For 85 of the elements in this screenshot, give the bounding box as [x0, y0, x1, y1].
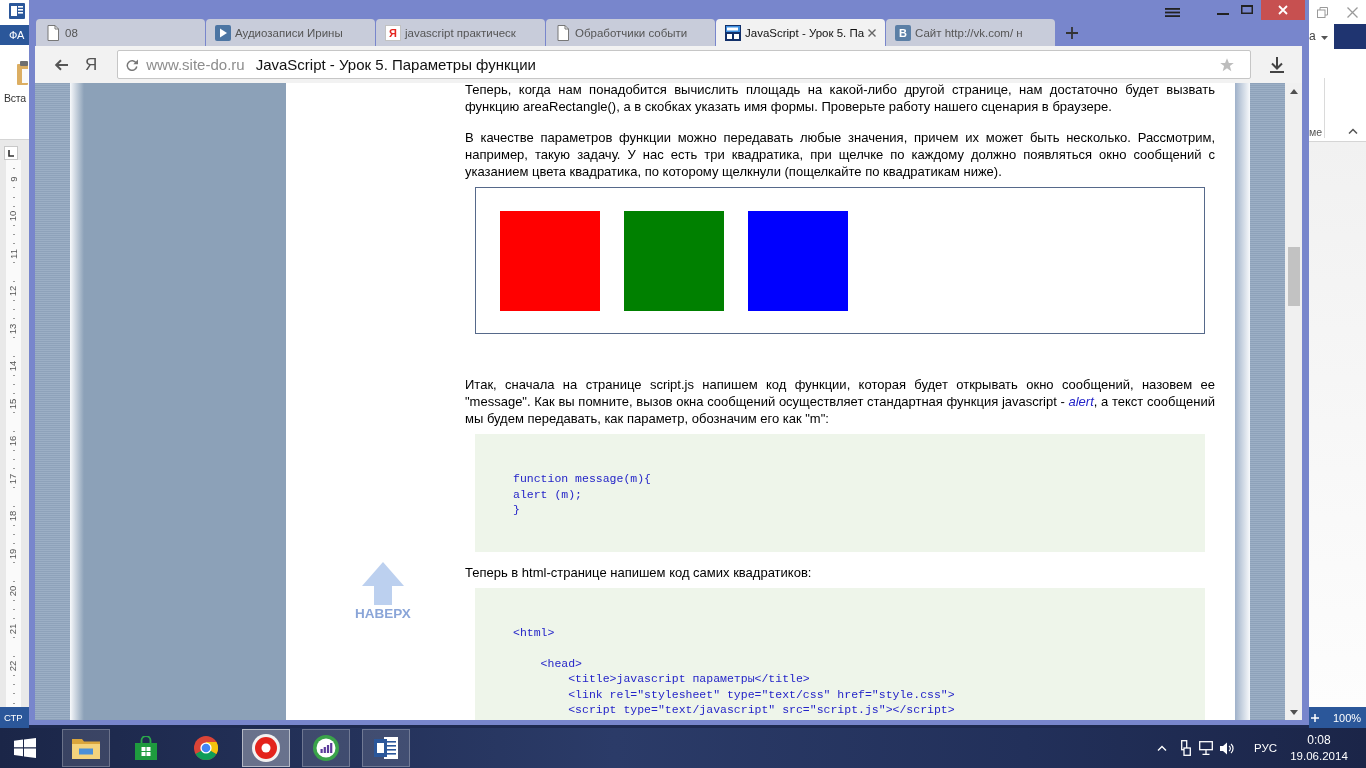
device-icon[interactable] — [1180, 740, 1191, 756]
ruler-number: 14 — [8, 360, 19, 372]
close-icon[interactable] — [868, 28, 877, 37]
up-arrow-icon — [361, 562, 404, 605]
logo-button[interactable]: Я — [85, 54, 98, 75]
back-button[interactable] — [54, 58, 68, 71]
page-icon — [45, 24, 61, 41]
speaker-icon[interactable] — [1219, 741, 1234, 755]
ruler-number: 20 — [8, 585, 19, 597]
language-indicator[interactable]: РУС — [1253, 742, 1277, 754]
account-name[interactable]: а — [1309, 29, 1316, 43]
restore-icon[interactable] — [1317, 6, 1328, 18]
browser-tab[interactable]: Я javascript практическ — [376, 19, 545, 46]
scrollbar[interactable] — [1285, 83, 1302, 720]
ruler-number: 9 — [8, 176, 19, 182]
triangle-up-icon[interactable] — [1289, 89, 1298, 94]
caret-icon[interactable] — [1320, 36, 1328, 40]
plus-icon[interactable] — [1311, 713, 1319, 722]
taskbar-button[interactable] — [302, 729, 350, 767]
clock-date[interactable]: 19.06.2014 — [1290, 748, 1348, 764]
download-icon[interactable] — [1269, 56, 1285, 73]
menu-icon[interactable] — [1165, 8, 1180, 17]
ruler-number: 18 — [8, 510, 19, 522]
address-title: JavaScript - Урок 5. Параметры функции — [255, 56, 536, 73]
tab-stop-icon[interactable] — [4, 146, 18, 160]
chevron-up-icon[interactable] — [1348, 128, 1358, 134]
ruler-number: 21 — [8, 623, 19, 635]
ruler-number: 15 — [8, 398, 19, 410]
logo-icon — [725, 24, 741, 41]
ruler-number: 16 — [8, 435, 19, 447]
triangle-down-icon[interactable] — [1289, 710, 1298, 715]
plus-icon — [1066, 27, 1078, 39]
new-tab-button[interactable] — [1066, 27, 1078, 39]
color-square[interactable] — [748, 211, 848, 311]
close-button[interactable] — [1261, 0, 1305, 20]
favicon-letter: Я — [385, 24, 401, 41]
zoom-level[interactable]: 100% — [1333, 711, 1362, 724]
ring-logo-icon — [252, 734, 280, 762]
windows-logo-icon — [14, 738, 36, 758]
browser-tab[interactable]: JavaScript - Урок 5. Па — [716, 19, 885, 46]
paragraph: Теперь в html-странице напишем код самих квадратиков: — [465, 563, 813, 581]
clock-time[interactable]: 0:08 — [1307, 732, 1331, 748]
ribbon-label: ме — [1309, 126, 1323, 138]
ruler-number: 12 — [8, 285, 19, 297]
color-square[interactable] — [624, 211, 724, 311]
scrollbar-thumb[interactable] — [1287, 247, 1300, 306]
taskbar-button[interactable] — [62, 729, 110, 767]
address-field[interactable]: www.site-do.ru JavaScript - Урок 5. Параметры функции — [117, 50, 1251, 79]
maximize-icon[interactable] — [1241, 5, 1253, 14]
status-text: СТР — [3, 712, 23, 723]
browser-tab[interactable]: В Сайт http://vk.com/ н — [886, 19, 1055, 46]
ball-logo-icon — [194, 736, 218, 760]
taskbar-button[interactable] — [362, 729, 410, 767]
document-app-icon — [9, 3, 25, 19]
close-icon — [1278, 5, 1288, 15]
ruler-number: 11 — [8, 248, 19, 259]
color-square[interactable] — [500, 211, 600, 311]
browser-tab[interactable]: Аудиозаписи Ирины — [206, 19, 375, 46]
ruler-number: 22 — [8, 660, 19, 672]
browser-tab[interactable]: 08 — [36, 19, 205, 46]
paste-button[interactable]: Вста — [4, 61, 29, 104]
code-block: <html> <head> <title>javascript параметры</title> <link rel="stylesheet" type="text/css" href="style.css"> <script type="text/javascript" src="script.js"></script> — [475, 587, 1205, 720]
code-block: function message(m){ alert (m); } — [475, 434, 1205, 552]
ruler-number: 10 — [8, 210, 19, 222]
page-icon — [555, 24, 571, 41]
reload-icon[interactable] — [126, 58, 139, 71]
ruler-number: 13 — [8, 323, 19, 335]
paragraph: В качестве параметров функции можно передавать любые значения, причем их может быть несколько. Рассмотрим, например, такую задачу. У нас есть три квадратика, при щелчке по каждому должно появляться окно сообщений с указанием цвета квадратика, по которому щелкнули (пощелкайте по квадратикам ниже). — [465, 129, 1215, 180]
address-domain: www.site-do.ru — [146, 56, 245, 73]
paragraph: Итак, сначала на странице script.js напишем код функции, которая будет открывать окно сообщений, назовем ее "message". Как вы помните, вызов окна сообщений осуществляет стандартная функция javascript - alert, а текст сообщений мы будем передавать, как параметр, обозначим его как "m": — [465, 376, 1215, 427]
favicon-letter: В — [895, 24, 911, 41]
document-icon — [374, 737, 398, 759]
file-tab[interactable]: ФА — [0, 25, 29, 45]
network-icon[interactable] — [1198, 741, 1213, 755]
ruler-number: 17 — [8, 473, 19, 485]
ruler-number: 19 — [8, 548, 19, 560]
play-icon — [215, 24, 231, 41]
bag-icon — [135, 736, 157, 760]
paragraph: Теперь, когда нам понадобится вычислить площадь на какой-либо другой странице, нам достаточно будет вызвать функцию areaRectangle(), а в скобках указать имя формы. Проверьте работу нашего сценария в браузере. — [465, 83, 1215, 115]
close-icon[interactable] — [1347, 6, 1358, 18]
folder-icon — [71, 736, 101, 760]
browser-tab[interactable]: Обработчики событи — [546, 19, 715, 46]
bar-chart-circle-icon — [313, 735, 339, 761]
star-icon[interactable] — [1220, 57, 1234, 72]
back-arrow-icon — [54, 58, 68, 71]
